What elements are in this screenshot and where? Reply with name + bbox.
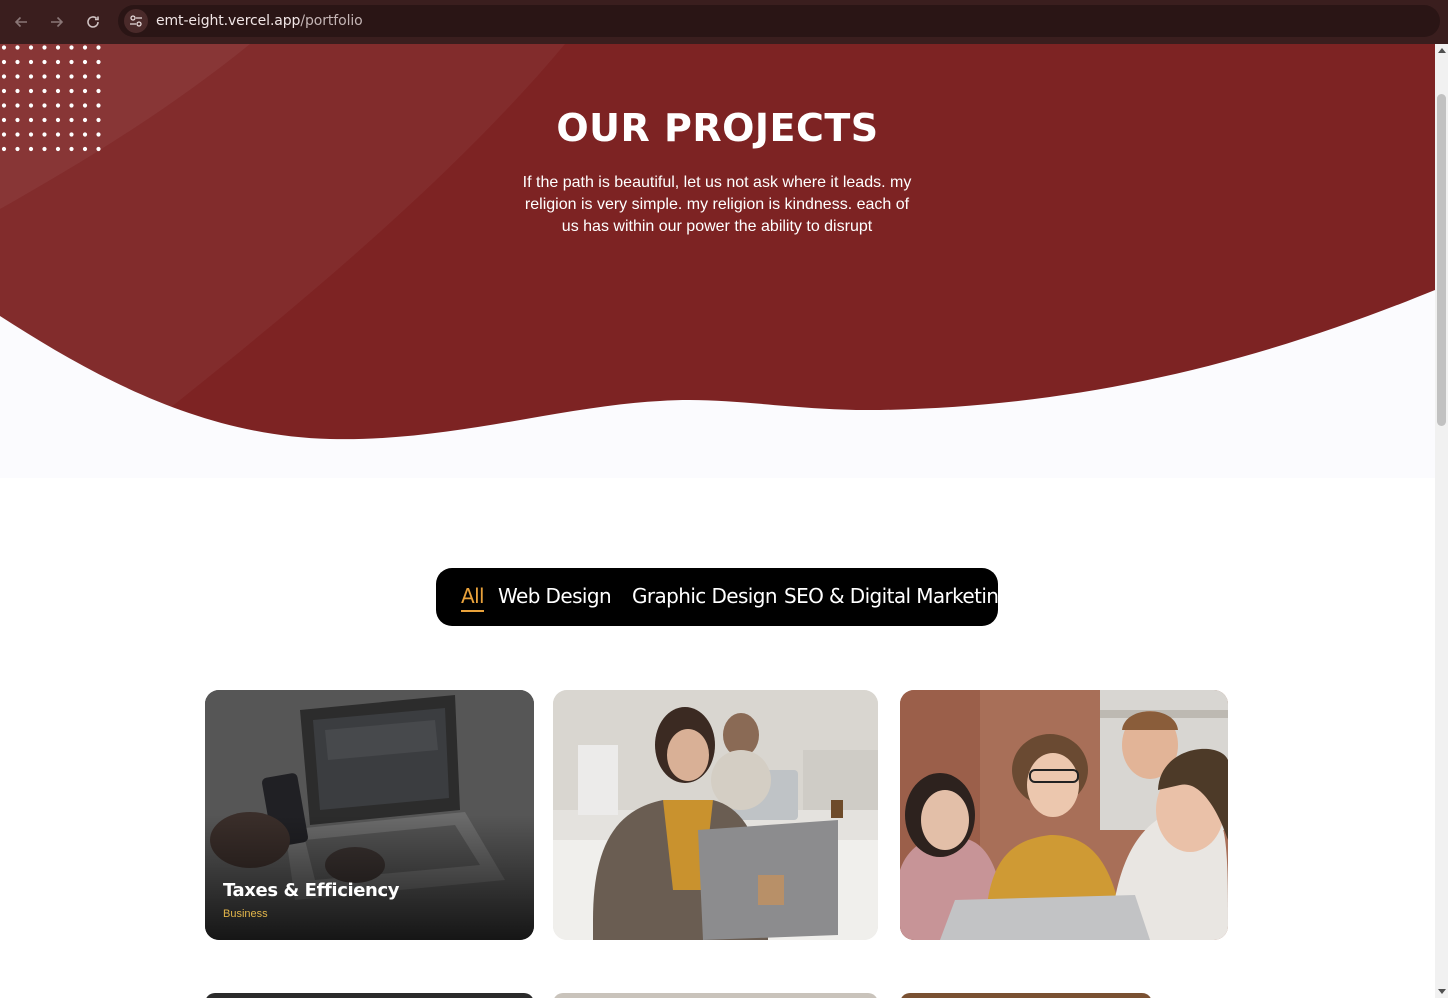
- filter-graphic-design[interactable]: Graphic Design: [632, 584, 778, 608]
- dot-grid-decoration: [0, 44, 104, 160]
- project-card[interactable]: [900, 690, 1228, 940]
- reload-button[interactable]: [81, 10, 105, 34]
- project-category: Business: [223, 908, 268, 920]
- scrollbar-thumb[interactable]: [1437, 94, 1446, 426]
- project-card-partial[interactable]: [900, 993, 1152, 998]
- browser-toolbar: emt-eight.vercel.app/portfolio: [0, 0, 1448, 45]
- scroll-up-arrow-icon[interactable]: [1438, 48, 1446, 53]
- arrow-left-icon: [14, 16, 27, 28]
- url-path: /portfolio: [300, 13, 363, 29]
- filter-web-design[interactable]: Web Design: [498, 584, 612, 608]
- page-scrollbar[interactable]: [1435, 44, 1448, 998]
- tune-icon: [130, 15, 142, 27]
- laptop-phone-photo: [205, 690, 534, 940]
- url-text[interactable]: emt-eight.vercel.app/portfolio: [156, 13, 363, 29]
- project-card-partial[interactable]: [553, 993, 878, 998]
- forward-button[interactable]: [45, 10, 69, 34]
- reload-icon: [87, 16, 99, 28]
- scroll-down-arrow-icon[interactable]: [1438, 989, 1446, 994]
- project-title: Taxes & Efficiency: [223, 880, 400, 901]
- hero-description: If the path is beautiful, let us not ask…: [522, 174, 912, 235]
- site-info-button[interactable]: [124, 9, 148, 33]
- filter-all[interactable]: All: [461, 584, 485, 612]
- page-viewport: OUR PROJECTS If the path is beautiful, l…: [0, 44, 1435, 998]
- back-button[interactable]: [9, 10, 33, 34]
- project-card[interactable]: Taxes & Efficiency Business: [205, 690, 534, 940]
- woman-working-on-laptop-photo: [553, 690, 878, 940]
- arrow-right-icon: [51, 16, 64, 28]
- address-bar[interactable]: emt-eight.vercel.app/portfolio: [118, 5, 1440, 37]
- portfolio-filter-bar: All Web Design Graphic Design SEO & Digi…: [436, 568, 1011, 626]
- team-looking-at-laptop-photo: [900, 690, 1228, 940]
- url-host: emt-eight.vercel.app: [156, 13, 301, 29]
- project-card[interactable]: [553, 690, 878, 940]
- page-title: OUR PROJECTS: [556, 106, 879, 150]
- filter-seo-digital-marketing[interactable]: SEO & Digital Marketing: [784, 584, 1011, 608]
- hero-section: OUR PROJECTS If the path is beautiful, l…: [0, 44, 1435, 478]
- project-card-partial[interactable]: [205, 993, 534, 998]
